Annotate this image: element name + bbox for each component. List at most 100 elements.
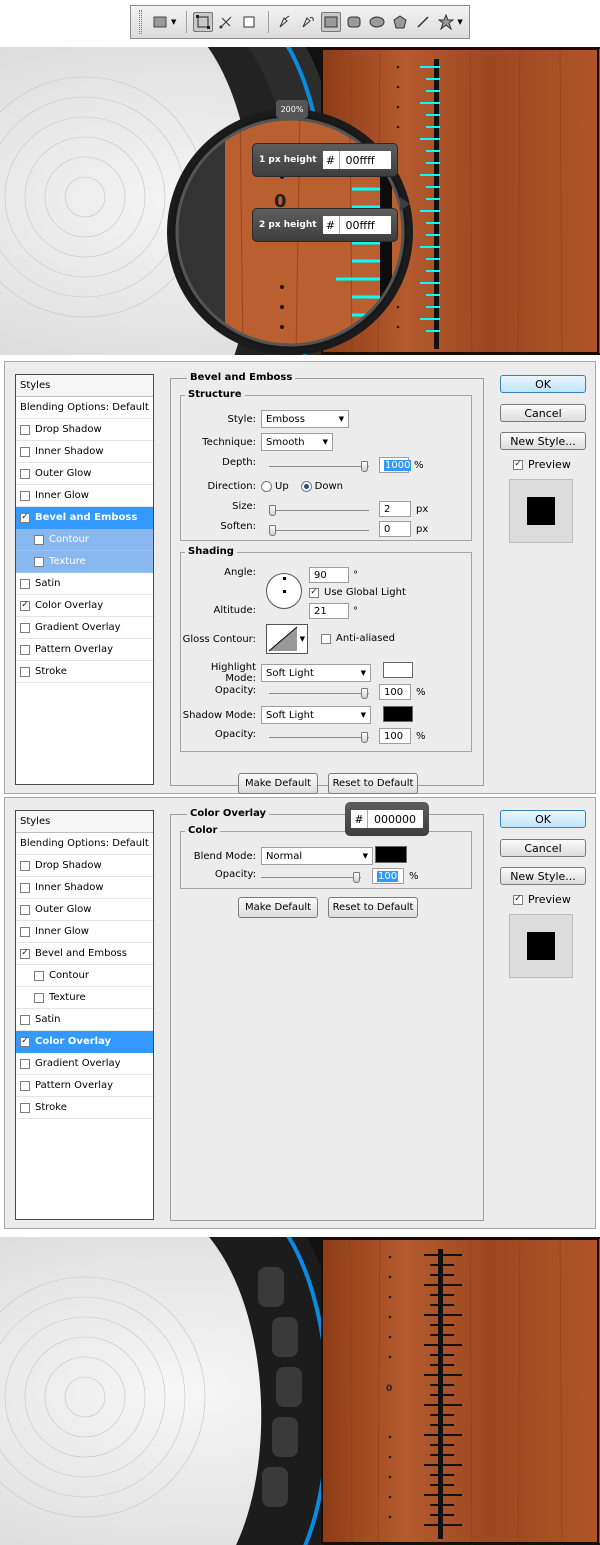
styles-header[interactable]: Styles (16, 811, 153, 833)
angle-input[interactable]: 90 (309, 567, 349, 583)
paths-icon[interactable] (216, 12, 236, 32)
style-checkbox[interactable] (20, 468, 30, 479)
style-item[interactable]: ✓ Color Overlay (16, 595, 153, 617)
angle-dial[interactable] (266, 573, 302, 609)
style-checkbox[interactable] (20, 860, 30, 871)
chevron-down-icon[interactable]: ▼ (171, 18, 176, 26)
gloss-contour-picker[interactable]: ▼ (266, 624, 308, 654)
style-item[interactable]: Contour (16, 965, 153, 987)
style-select[interactable]: Emboss ▼ (261, 410, 349, 428)
hex-color-field[interactable]: 000000 (367, 810, 423, 828)
style-checkbox[interactable] (20, 1014, 30, 1025)
style-item[interactable]: Gradient Overlay (16, 617, 153, 639)
shadow-opacity-input[interactable]: 100 (379, 728, 411, 744)
overlay-opacity-slider[interactable] (261, 872, 361, 883)
soften-slider[interactable] (269, 525, 369, 536)
fill-pixels-icon[interactable] (239, 12, 259, 32)
style-checkbox[interactable] (20, 490, 30, 501)
style-checkbox[interactable]: ✓ (20, 600, 30, 611)
slider-thumb[interactable] (269, 525, 276, 536)
blend-mode-select[interactable]: Normal ▼ (261, 847, 373, 865)
style-checkbox[interactable] (20, 446, 30, 457)
style-checkbox[interactable]: ✓ (20, 512, 30, 523)
line-icon[interactable] (413, 12, 433, 32)
cancel-button[interactable]: Cancel (500, 404, 586, 422)
style-checkbox[interactable] (20, 424, 30, 435)
altitude-input[interactable]: 21 (309, 603, 349, 619)
style-item[interactable]: Inner Shadow (16, 877, 153, 899)
technique-select[interactable]: Smooth ▼ (261, 433, 333, 451)
style-checkbox[interactable] (20, 926, 30, 937)
style-item[interactable]: Inner Glow (16, 921, 153, 943)
size-input[interactable]: 2 (379, 501, 411, 517)
style-item[interactable]: Outer Glow (16, 899, 153, 921)
style-checkbox[interactable] (20, 1080, 30, 1091)
reset-to-default-button[interactable]: Reset to Default (328, 773, 418, 794)
style-item[interactable]: Satin (16, 573, 153, 595)
polygon-icon[interactable] (390, 12, 410, 32)
make-default-button[interactable]: Make Default (238, 773, 318, 794)
cancel-button[interactable]: Cancel (500, 839, 586, 857)
style-item[interactable]: Satin (16, 1009, 153, 1031)
style-item[interactable]: Stroke (16, 661, 153, 683)
overlay-color-swatch[interactable] (375, 846, 407, 863)
style-item[interactable]: Inner Shadow (16, 441, 153, 463)
ellipse-icon[interactable] (367, 12, 387, 32)
rectangle-icon[interactable] (321, 12, 342, 32)
slider-thumb[interactable] (269, 505, 276, 516)
style-item[interactable]: Drop Shadow (16, 855, 153, 877)
soften-input[interactable]: 0 (379, 521, 411, 537)
style-checkbox[interactable] (20, 882, 30, 893)
style-checkbox[interactable] (20, 622, 30, 633)
freeform-pen-icon[interactable] (298, 12, 318, 32)
style-checkbox[interactable] (20, 904, 30, 915)
slider-thumb[interactable] (353, 872, 360, 883)
depth-slider[interactable] (269, 461, 369, 472)
style-item[interactable]: Blending Options: Default (16, 833, 153, 855)
style-checkbox[interactable] (34, 556, 44, 567)
style-item[interactable]: Texture (16, 987, 153, 1009)
preview-checkbox[interactable]: ✓ (513, 459, 523, 470)
highlight-opacity-input[interactable]: 100 (379, 684, 411, 700)
hex-color-field[interactable]: 00ffff (338, 216, 391, 234)
reset-to-default-button[interactable]: Reset to Default (328, 897, 418, 918)
slider-thumb[interactable] (361, 688, 368, 699)
style-item[interactable]: Contour (16, 529, 153, 551)
shadow-color-swatch[interactable] (383, 706, 413, 722)
style-item[interactable]: Texture (16, 551, 153, 573)
style-item[interactable]: Pattern Overlay (16, 639, 153, 661)
style-checkbox[interactable]: ✓ (20, 948, 30, 959)
ok-button[interactable]: OK (500, 375, 586, 393)
pen-icon[interactable] (275, 12, 295, 32)
toolbar-grip[interactable] (139, 10, 142, 34)
style-checkbox[interactable] (34, 992, 44, 1003)
style-checkbox[interactable] (20, 578, 30, 589)
style-item[interactable]: Stroke (16, 1097, 153, 1119)
slider-thumb[interactable] (361, 461, 368, 472)
rect-marquee-icon[interactable] (150, 12, 170, 32)
styles-header[interactable]: Styles (16, 375, 153, 397)
style-item[interactable]: Gradient Overlay (16, 1053, 153, 1075)
style-item[interactable]: Blending Options: Default (16, 397, 153, 419)
shape-layers-icon[interactable] (193, 12, 214, 32)
style-checkbox[interactable] (34, 534, 44, 545)
shadow-opacity-slider[interactable] (269, 732, 369, 743)
make-default-button[interactable]: Make Default (238, 897, 318, 918)
custom-shape-icon[interactable] (436, 12, 456, 32)
rounded-rectangle-icon[interactable] (344, 12, 364, 32)
style-checkbox[interactable]: ✓ (20, 1036, 30, 1047)
use-global-light-checkbox[interactable]: ✓ (309, 587, 319, 598)
style-item[interactable]: ✓ Bevel and Emboss (16, 507, 153, 529)
chevron-down-icon[interactable]: ▼ (457, 18, 462, 26)
direction-up-radio[interactable] (261, 481, 272, 492)
style-checkbox[interactable] (20, 666, 30, 677)
size-slider[interactable] (269, 505, 369, 516)
style-item[interactable]: ✓ Color Overlay (16, 1031, 153, 1053)
overlay-opacity-input[interactable]: 100 (372, 868, 404, 884)
ok-button[interactable]: OK (500, 810, 586, 828)
style-checkbox[interactable] (20, 1102, 30, 1113)
style-checkbox[interactable] (34, 970, 44, 981)
style-checkbox[interactable] (20, 1058, 30, 1069)
style-item[interactable]: ✓ Bevel and Emboss (16, 943, 153, 965)
style-item[interactable]: Pattern Overlay (16, 1075, 153, 1097)
